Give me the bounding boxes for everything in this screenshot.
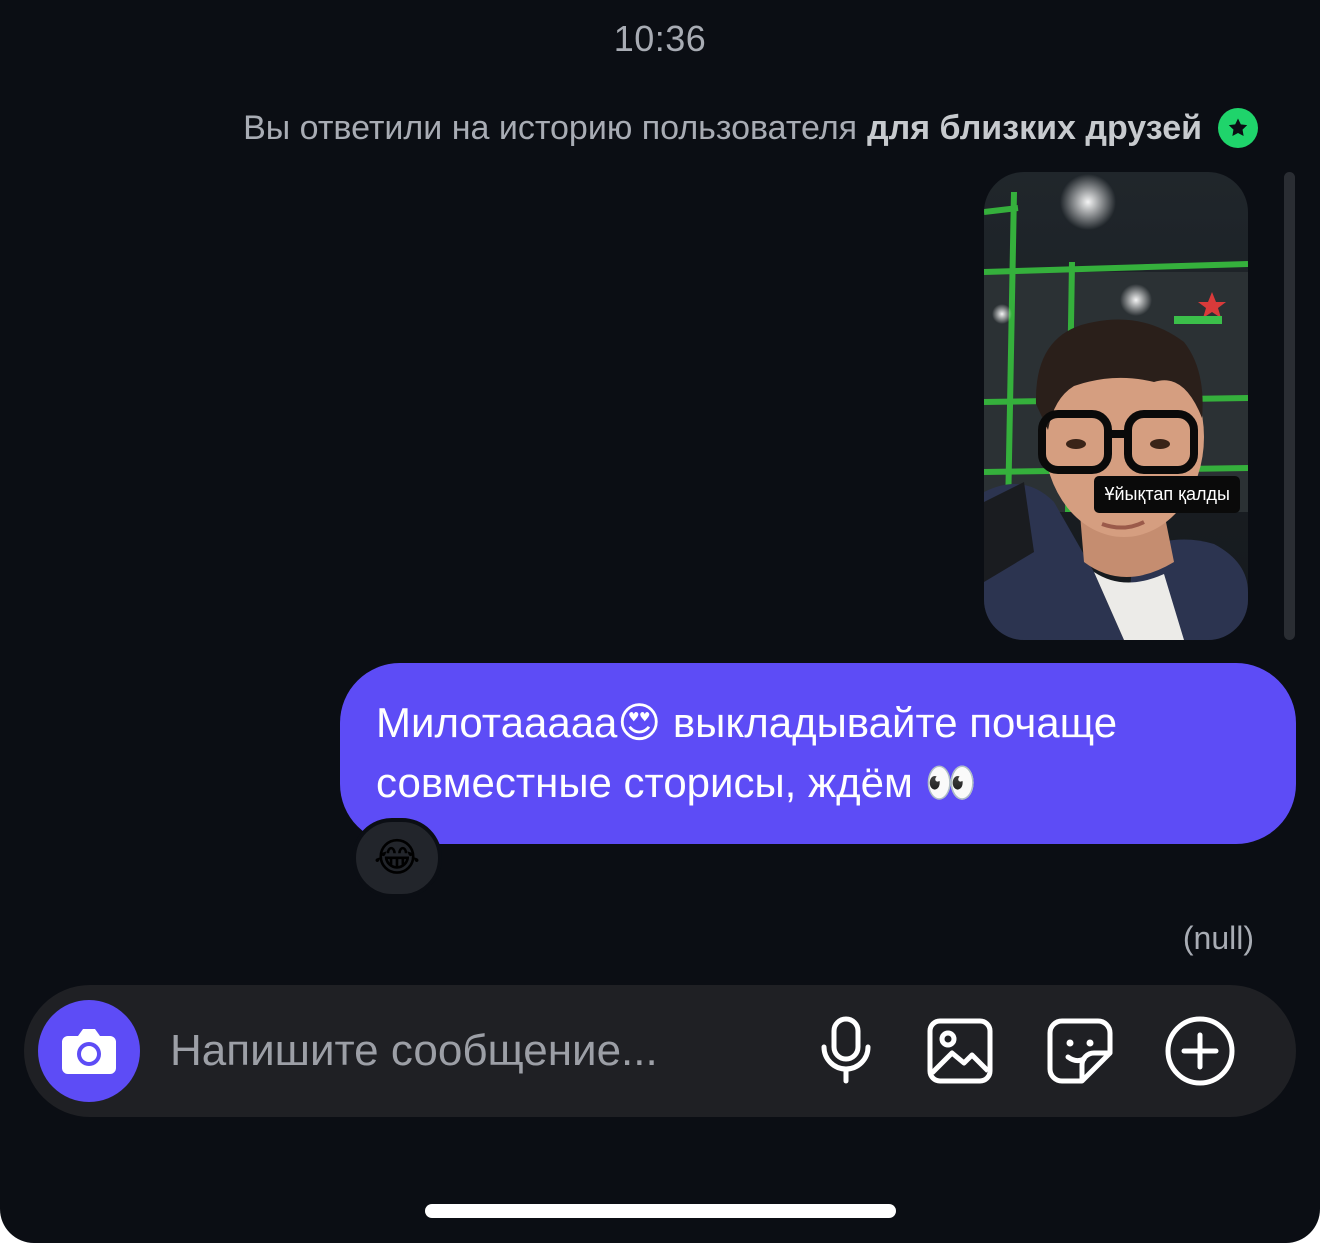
more-button[interactable] [1164, 1015, 1236, 1087]
microphone-icon [821, 1016, 871, 1084]
message-timestamp: 10:36 [613, 18, 707, 59]
star-icon [1228, 118, 1248, 137]
message-text: Милотааааа😍 выкладывайте почаще совместн… [376, 699, 1118, 806]
sticker-icon [1047, 1018, 1113, 1084]
story-thumbnail [984, 172, 1248, 640]
camera-button[interactable] [38, 1000, 140, 1102]
message-input[interactable] [170, 1021, 770, 1081]
message-composer [24, 985, 1296, 1117]
scroll-indicator [1284, 172, 1295, 640]
laughing-emoji-icon: 😂 [373, 836, 421, 880]
story-preview[interactable]: Ұйықтап қалды [984, 172, 1248, 640]
star-badge-icon [1218, 108, 1258, 148]
story-reply-note-text: Вы ответили на историю пользователя [243, 108, 858, 147]
microphone-button[interactable] [810, 1015, 882, 1087]
seen-status: (null) [1182, 920, 1254, 956]
reaction-badge[interactable]: 😂 [352, 818, 442, 898]
gallery-icon [927, 1018, 993, 1084]
gallery-button[interactable] [924, 1015, 996, 1087]
camera-icon [62, 1029, 116, 1074]
story-reply-note: Вы ответили на историю пользователя для … [243, 108, 1258, 148]
close-friends-label: для близких друзей [867, 108, 1202, 147]
story-caption: Ұйықтап қалды [1094, 476, 1240, 513]
sent-message-bubble[interactable]: Милотааааа😍 выкладывайте почаще совместн… [340, 663, 1296, 844]
chat-screen: 10:36 Вы ответили на историю пользовател… [0, 0, 1320, 1243]
plus-circle-icon [1165, 1016, 1235, 1086]
sticker-button[interactable] [1044, 1015, 1116, 1087]
home-indicator[interactable] [425, 1204, 896, 1218]
